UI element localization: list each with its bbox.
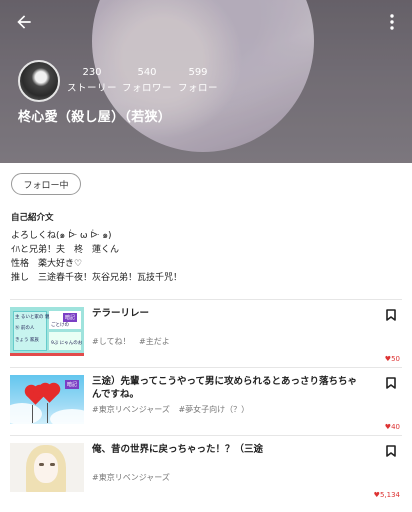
story-title[interactable]: テラーリレー: [92, 307, 362, 320]
profile-name: 柊心愛（殺し屋）（若狭）: [18, 110, 172, 125]
story-thumbnail[interactable]: 暗記 主 るいと家の 親 Ⓝ 前の人 ごとけの きょう 家族 9ぶ にゃんのお: [10, 307, 84, 356]
thumb-text: ごとけの: [51, 323, 69, 328]
thumb-badge: 暗記: [65, 380, 80, 389]
bio-text: よろしくね(๑ ᐕ ω ᐕ ๑) ｲﾊと兄弟！夫 柊 蓮くん 性格 薬大好き♡ …: [11, 229, 401, 285]
bio-title: 自己紹介文: [11, 213, 54, 223]
bio-line: 推し 三途春千夜！灰谷兄弟！瓦技千咒！: [11, 273, 183, 283]
tag[interactable]: #東京リベンジャーズ: [92, 473, 170, 482]
tag[interactable]: #夢女子向け（？）: [178, 405, 249, 414]
bio-line: よろしくね(๑ ᐕ ω ᐕ ๑): [11, 231, 112, 241]
tag[interactable]: #東京リベンジャーズ: [92, 405, 170, 414]
arrow-left-icon[interactable]: [14, 12, 34, 32]
thumb-text: きょう 家族: [15, 338, 39, 343]
story-item[interactable]: 俺、昔の世界に戻っちゃった！？（三途 #東京リベンジャーズ ♥5,134: [10, 435, 402, 503]
bio-line: 性格 薬大好き♡: [11, 259, 83, 269]
thumb-badge: 暗記: [63, 313, 78, 322]
story-title[interactable]: 三途）先輩ってこうやって男に攻められるとあっさり落ちちゃんですね。: [92, 375, 362, 401]
vertical-dots-icon[interactable]: [386, 12, 398, 32]
story-thumbnail[interactable]: [10, 443, 84, 492]
like-count: ♥40: [384, 423, 400, 431]
thumb-text: Ⓝ 前の人: [15, 326, 35, 331]
tag[interactable]: #主だよ: [139, 337, 170, 346]
story-thumbnail[interactable]: 暗記: [10, 375, 84, 424]
balloon: [40, 384, 59, 403]
stat-following[interactable]: 599 フォロー: [166, 67, 230, 94]
thumb-text: 主 るいと家の 親: [15, 315, 50, 320]
bookmark-icon[interactable]: [386, 377, 396, 389]
bookmark-icon[interactable]: [386, 309, 396, 321]
stat-value: 599: [188, 67, 208, 78]
like-count: ♥5,134: [373, 491, 400, 499]
profile-header: 230 ストーリー 540 フォロワー 599 フォロー 柊心愛（殺し屋）（若狭…: [0, 0, 412, 163]
bookmark-icon[interactable]: [386, 445, 396, 457]
story-item[interactable]: 暗記 三途）先輩ってこうやって男に攻められるとあっさり落ちちゃんですね。 #東京…: [10, 367, 402, 435]
profile-content: フォロー中 自己紹介文 よろしくね(๑ ᐕ ω ᐕ ๑) ｲﾊと兄弟！夫 柊 蓮…: [0, 163, 412, 512]
tag[interactable]: #してね！: [92, 337, 130, 346]
story-tags: #してね！ #主だよ: [92, 336, 176, 347]
thumb-text: 9ぶ にゃんのお: [51, 341, 83, 346]
following-button[interactable]: フォロー中: [11, 173, 81, 195]
story-list: 暗記 主 るいと家の 親 Ⓝ 前の人 ごとけの きょう 家族 9ぶ にゃんのお …: [0, 299, 412, 503]
story-tags: #東京リベンジャーズ: [92, 472, 176, 483]
story-item[interactable]: 暗記 主 るいと家の 親 Ⓝ 前の人 ごとけの きょう 家族 9ぶ にゃんのお …: [10, 299, 402, 367]
like-count: ♥50: [384, 355, 400, 363]
story-tags: #東京リベンジャーズ #夢女子向け（？）: [92, 404, 255, 415]
bio-line: ｲﾊと兄弟！夫 柊 蓮くん: [11, 245, 120, 255]
story-title[interactable]: 俺、昔の世界に戻っちゃった！？（三途: [92, 443, 362, 456]
avatar[interactable]: [18, 60, 60, 102]
stat-label: フォロー: [177, 83, 218, 94]
